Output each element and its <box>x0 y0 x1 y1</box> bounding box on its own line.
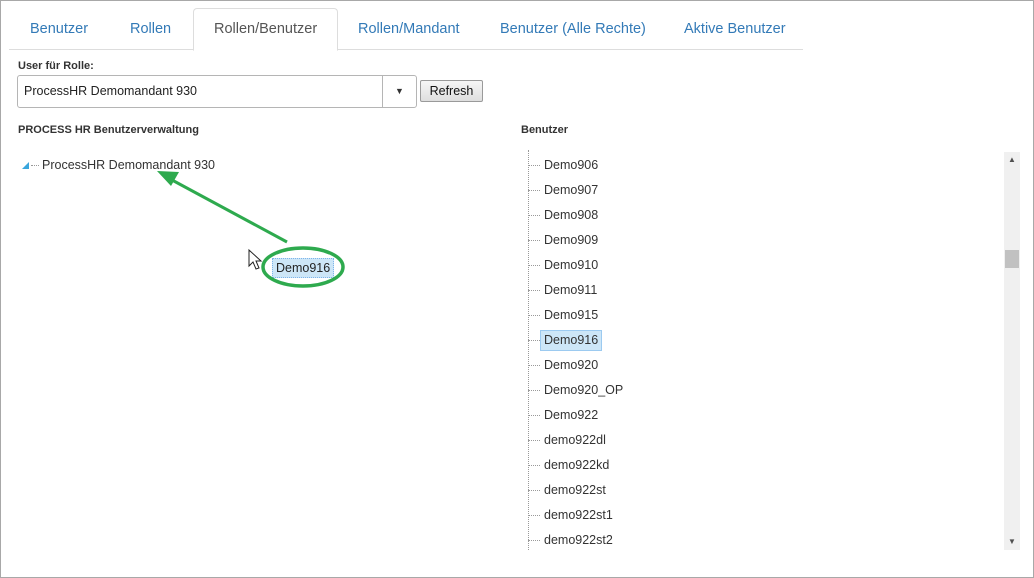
left-panel-title: PROCESS HR Benutzerverwaltung <box>18 124 199 136</box>
user-list-item[interactable]: Demo915 <box>528 305 602 325</box>
tree-connector <box>528 440 540 441</box>
user-list-item[interactable]: Demo909 <box>528 230 602 250</box>
scroll-up-icon[interactable]: ▲ <box>1004 152 1020 168</box>
right-panel-title: Benutzer <box>521 124 569 136</box>
user-list-item[interactable]: Demo906 <box>528 155 602 175</box>
tab-benutzer[interactable]: Benutzer <box>10 8 108 50</box>
user-list-item-label: demo922dl <box>544 433 606 447</box>
user-list-item-label: Demo911 <box>544 283 598 297</box>
tree-root-node[interactable]: ProcessHR Demomandant 930 <box>22 156 215 174</box>
user-list-item-label: Demo907 <box>544 183 599 197</box>
user-list-item-label: Demo910 <box>544 258 599 272</box>
scroll-down-icon[interactable]: ▼ <box>1004 534 1020 550</box>
tree-connector <box>528 265 540 266</box>
user-list-item[interactable]: demo922dl <box>528 430 610 450</box>
expand-triangle-icon[interactable] <box>22 162 29 170</box>
tab-aktive-benutzer[interactable]: Aktive Benutzer <box>664 8 806 50</box>
tree-connector <box>528 165 540 166</box>
tree-connector <box>528 465 540 466</box>
user-list-item[interactable]: demo922st1 <box>528 505 617 525</box>
user-list-item-label: demo922st2 <box>544 533 613 547</box>
user-list-item-label: Demo908 <box>544 208 599 222</box>
user-list-item[interactable]: demo922st <box>528 480 610 500</box>
user-list-item-label: Demo909 <box>544 233 599 247</box>
tree-connector <box>528 415 540 416</box>
user-list-scrollbar[interactable]: ▲ ▼ <box>1004 152 1020 550</box>
tree-root-label: ProcessHR Demomandant 930 <box>42 158 215 172</box>
user-list-item-label: Demo920_OP <box>544 383 624 397</box>
role-select-value: ProcessHR Demomandant 930 <box>24 84 197 98</box>
user-list-item[interactable]: Demo916 <box>528 330 603 351</box>
tree-connector <box>528 340 540 341</box>
user-list-item[interactable]: Demo908 <box>528 205 602 225</box>
user-list-item-label: demo922kd <box>544 458 610 472</box>
tree-connector <box>528 240 540 241</box>
drag-ghost-item: Demo916 <box>272 258 335 278</box>
user-list-item[interactable]: Demo920_OP <box>528 380 627 400</box>
tab-rollen[interactable]: Rollen <box>110 8 191 50</box>
tree-connector <box>528 215 540 216</box>
tree-connector <box>528 540 540 541</box>
user-list-item[interactable]: Demo907 <box>528 180 602 200</box>
tab-rollen-benutzer[interactable]: Rollen/Benutzer <box>193 8 339 51</box>
user-list-item[interactable]: demo922kd <box>528 455 613 475</box>
role-select-label: User für Rolle: <box>18 60 94 72</box>
tab-rollen-mandant[interactable]: Rollen/Mandant <box>338 8 480 50</box>
tree-connector <box>528 390 540 391</box>
tree-connector <box>31 165 39 167</box>
triangle-down-icon[interactable]: ▼ <box>382 76 416 107</box>
tree-connector <box>528 515 540 516</box>
user-list-item[interactable]: Demo920 <box>528 355 602 375</box>
user-list-item-label: Demo915 <box>544 308 599 322</box>
tree-connector <box>528 290 540 291</box>
user-list-item-label: demo922st1 <box>544 508 613 522</box>
role-select[interactable]: ProcessHR Demomandant 930 ▼ <box>17 75 417 108</box>
refresh-button[interactable]: Refresh <box>420 80 483 102</box>
user-list-item-label: Demo922 <box>544 408 599 422</box>
user-list-item-label: Demo906 <box>544 158 599 172</box>
user-list-item-label: demo922st <box>544 483 606 497</box>
tab-bar: Benutzer Rollen Rollen/Benutzer Rollen/M… <box>9 0 806 51</box>
user-list-item-label: Demo920 <box>544 358 599 372</box>
tab-benutzer-alle-rechte[interactable]: Benutzer (Alle Rechte) <box>480 8 666 50</box>
user-list: Demo906 Demo907 Demo908 Demo909 Demo910 Demo9… <box>520 150 1020 550</box>
tree-connector <box>528 190 540 191</box>
user-list-item[interactable]: Demo922 <box>528 405 602 425</box>
tree-connector <box>528 490 540 491</box>
scrollbar-thumb[interactable] <box>1005 250 1019 268</box>
user-list-item[interactable]: Demo911 <box>528 280 601 300</box>
user-list-item[interactable]: demo922st2 <box>528 530 617 550</box>
user-list-item[interactable]: Demo910 <box>528 255 602 275</box>
tree-connector <box>528 365 540 366</box>
user-list-item-label: Demo916 <box>540 330 603 351</box>
tree-connector <box>528 315 540 316</box>
